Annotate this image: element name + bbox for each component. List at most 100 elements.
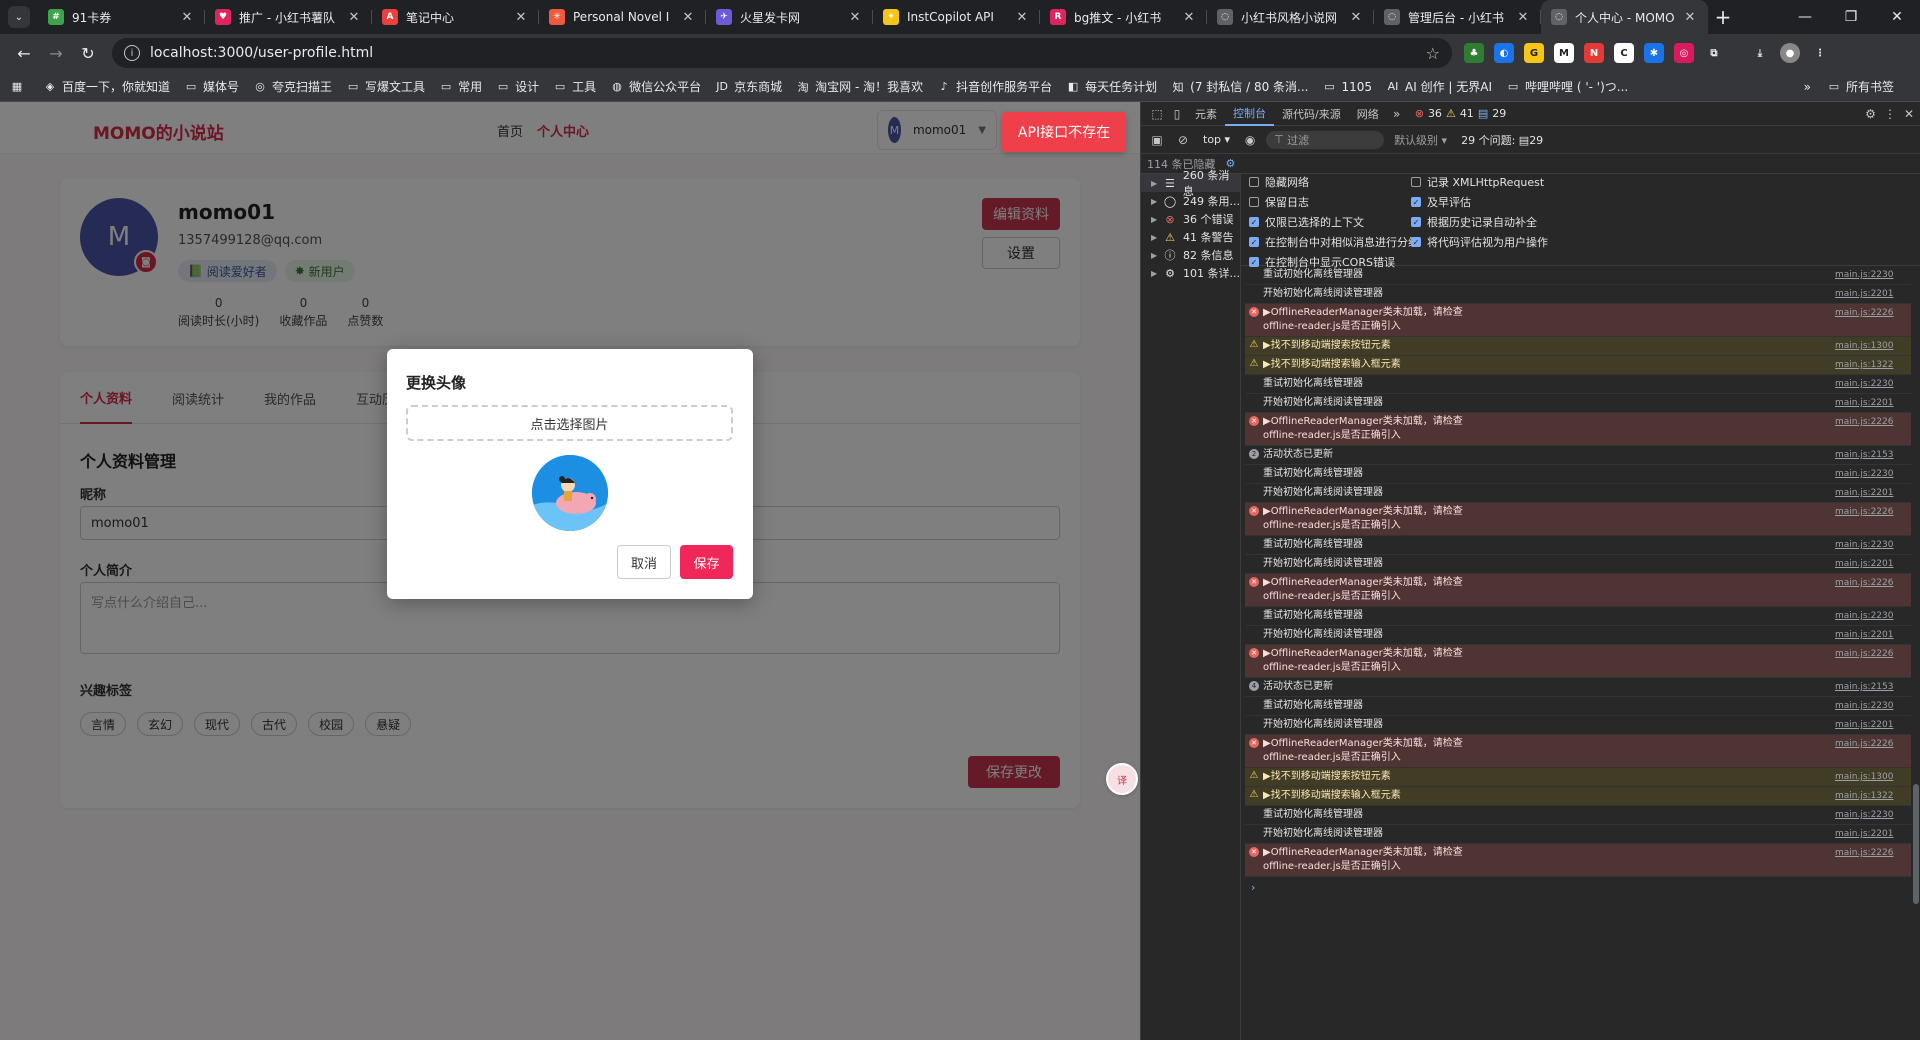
console-message[interactable]: 重试初始化离线管理器 main.js:2230 xyxy=(1245,465,1911,484)
close-tab-icon[interactable]: ✕ xyxy=(1348,10,1364,25)
console-message[interactable]: 开始初始化离线阅读管理器 main.js:2201 xyxy=(1245,716,1911,735)
console-message[interactable]: ⚠ ▶找不到移动端搜索输入框元素 main.js:1322 xyxy=(1245,356,1911,375)
console-sidebar-item[interactable]: ▶ ☰ 260 条消息 xyxy=(1141,169,1240,198)
download-icon[interactable]: ⤓ xyxy=(1750,43,1770,63)
console-message[interactable]: 开始初始化离线阅读管理器 main.js:2201 xyxy=(1245,394,1911,413)
sidebar-toggle-icon[interactable]: ▣ xyxy=(1147,130,1167,150)
browser-tab[interactable]: #91卡券 ✕ xyxy=(38,0,205,34)
source-link[interactable]: main.js:2230 xyxy=(1835,268,1905,282)
bookmark-item[interactable]: ▭ 设计 xyxy=(496,78,539,95)
source-link[interactable]: main.js:1300 xyxy=(1835,339,1905,353)
console-sidebar-item[interactable]: ▶ ⚙ 101 条详... xyxy=(1141,264,1240,282)
minimize-button[interactable]: — xyxy=(1782,0,1828,34)
more-tabs-icon[interactable]: » xyxy=(1387,104,1407,124)
bookmark-item[interactable]: ▭ 工具 xyxy=(553,78,596,95)
console-message[interactable]: 重试初始化离线管理器 main.js:2230 xyxy=(1245,375,1911,394)
console-sidebar-item[interactable]: ▶ ◯ 249 条用... xyxy=(1141,192,1240,210)
bookmark-item[interactable]: 知 (7 封私信 / 80 条消... xyxy=(1171,78,1309,95)
source-link[interactable]: main.js:2230 xyxy=(1835,467,1905,481)
console-message[interactable]: ✕ ▶OfflineReaderManager类未加载，请检查 offline-r… xyxy=(1245,574,1911,607)
reload-button[interactable]: ↻ xyxy=(72,37,104,69)
gear-icon[interactable]: ⚙ xyxy=(1865,107,1876,121)
bookmark-item[interactable]: ◍ 微信公众平台 xyxy=(610,78,701,95)
source-link[interactable]: main.js:2226 xyxy=(1835,576,1905,590)
source-link[interactable]: main.js:2230 xyxy=(1835,538,1905,552)
console-message[interactable]: 4 活动状态已更新 main.js:2153 xyxy=(1245,678,1911,697)
extension-icon[interactable]: ♣ xyxy=(1464,43,1484,63)
source-link[interactable]: main.js:2201 xyxy=(1835,557,1905,571)
console-message[interactable]: ⚠ ▶找不到移动端搜索按钮元素 main.js:1300 xyxy=(1245,768,1911,787)
console-setting-checkbox[interactable]: 隐藏网络 xyxy=(1249,174,1309,190)
console-message[interactable]: 重试初始化离线管理器 main.js:2230 xyxy=(1245,266,1911,285)
translate-float-button[interactable]: 译 xyxy=(1106,763,1138,795)
source-link[interactable]: main.js:2201 xyxy=(1835,287,1905,301)
browser-tab[interactable]: ✈ 火星发卡网 ✕ xyxy=(706,0,873,34)
bookmark-item[interactable]: ▭ 写爆文工具 xyxy=(346,78,425,95)
bookmark-item[interactable]: AI AI 创作 | 无界AI xyxy=(1386,78,1492,95)
source-link[interactable]: main.js:2201 xyxy=(1835,827,1905,841)
console-setting-checkbox[interactable]: ✓ 将代码评估视为用户操作 xyxy=(1411,234,1548,250)
kebab-menu-icon[interactable]: ⋮ xyxy=(1810,43,1830,63)
console-message[interactable]: 重试初始化离线管理器 main.js:2230 xyxy=(1245,536,1911,555)
console-setting-checkbox[interactable]: 保留日志 xyxy=(1249,194,1309,210)
console-sidebar-item[interactable]: ▶ ⓘ 82 条信息 xyxy=(1141,246,1240,264)
inspect-icon[interactable]: ⬚ xyxy=(1147,104,1167,124)
bookmark-item[interactable]: ◎ 夸克扫描王 xyxy=(253,78,332,95)
browser-tab[interactable]: ◌ 个人中心 - MOMO ✕ xyxy=(1541,0,1708,34)
close-tab-icon[interactable]: ✕ xyxy=(1014,10,1030,25)
extension-icon[interactable]: ◎ xyxy=(1674,43,1694,63)
source-link[interactable]: main.js:2230 xyxy=(1835,609,1905,623)
console-message[interactable]: ✕ ▶OfflineReaderManager类未加载，请检查 offline-r… xyxy=(1245,735,1911,768)
new-tab-button[interactable]: + xyxy=(1708,0,1738,34)
bookmark-item[interactable]: ♪ 抖音创作服务平台 xyxy=(937,78,1053,95)
source-link[interactable]: main.js:2226 xyxy=(1835,737,1905,751)
source-link[interactable]: main.js:2201 xyxy=(1835,486,1905,500)
close-icon[interactable]: ✕ xyxy=(1904,107,1914,121)
tab-sources[interactable]: 源代码/来源 xyxy=(1274,102,1349,126)
source-link[interactable]: main.js:1322 xyxy=(1835,789,1905,803)
site-info-icon[interactable]: i xyxy=(124,45,140,61)
back-button[interactable]: ← xyxy=(8,37,40,69)
source-link[interactable]: main.js:2201 xyxy=(1835,628,1905,642)
console-message[interactable]: 开始初始化离线阅读管理器 main.js:2201 xyxy=(1245,825,1911,844)
console-message[interactable]: ✕ ▶OfflineReaderManager类未加载，请检查 offline-r… xyxy=(1245,413,1911,446)
source-link[interactable]: main.js:2230 xyxy=(1835,699,1905,713)
close-tab-icon[interactable]: ✕ xyxy=(513,10,529,25)
console-setting-checkbox[interactable]: ✓ 根据历史记录自动补全 xyxy=(1411,214,1537,230)
close-tab-icon[interactable]: ✕ xyxy=(1682,10,1698,25)
console-message[interactable]: 开始初始化离线阅读管理器 main.js:2201 xyxy=(1245,285,1911,304)
source-link[interactable]: main.js:2230 xyxy=(1835,377,1905,391)
bookmark-star-icon[interactable]: ☆ xyxy=(1426,44,1440,63)
bookmark-item[interactable]: ▭ 媒体号 xyxy=(184,78,239,95)
extension-icon[interactable]: ◐ xyxy=(1494,43,1514,63)
tab-network[interactable]: 网络 xyxy=(1349,102,1387,126)
console-setting-checkbox[interactable]: ✓ 仅限已选择的上下文 xyxy=(1249,214,1364,230)
console-message[interactable]: ⚠ ▶找不到移动端搜索输入框元素 main.js:1322 xyxy=(1245,787,1911,806)
bookmark-item[interactable]: 淘淘宝网 - 淘！我喜欢 xyxy=(796,78,923,95)
console-sidebar-item[interactable]: ▶ ⊗ 36 个错误 xyxy=(1141,210,1240,228)
bookmark-item[interactable]: ◈ 百度一下，你就知道 xyxy=(43,78,170,95)
console-message[interactable]: ✕ ▶OfflineReaderManager类未加载，请检查 offline-r… xyxy=(1245,304,1911,337)
browser-tab[interactable]: Rbg推文 - 小红书 ✕ xyxy=(1040,0,1207,34)
console-message[interactable]: ✕ ▶OfflineReaderManager类未加载，请检查 offline-r… xyxy=(1245,844,1911,877)
console-message[interactable]: 重试初始化离线管理器 main.js:2230 xyxy=(1245,697,1911,716)
browser-tab[interactable]: ✳ Personal Novel I ✕ xyxy=(539,0,706,34)
clear-console-icon[interactable]: ⊘ xyxy=(1173,130,1193,150)
console-message[interactable]: ✕ ▶OfflineReaderManager类未加载，请检查 offline-r… xyxy=(1245,645,1911,678)
issue-counters[interactable]: ⊗ 36 ⚠ 41 ▤ 29 xyxy=(1415,107,1507,120)
console-message[interactable]: 开始初始化离线阅读管理器 main.js:2201 xyxy=(1245,626,1911,645)
source-link[interactable]: main.js:2153 xyxy=(1835,448,1905,462)
puzzle-icon[interactable]: ⧉ xyxy=(1704,43,1724,63)
console-setting-checkbox[interactable]: 记录 XMLHttpRequest xyxy=(1411,174,1544,190)
context-selector[interactable]: top ▾ xyxy=(1199,133,1234,146)
close-tab-icon[interactable]: ✕ xyxy=(179,10,195,25)
console-message[interactable]: 重试初始化离线管理器 main.js:2230 xyxy=(1245,806,1911,825)
extension-icon[interactable]: C xyxy=(1614,43,1634,63)
eye-icon[interactable]: ◉ xyxy=(1240,130,1260,150)
source-link[interactable]: main.js:2226 xyxy=(1835,505,1905,519)
source-link[interactable]: main.js:1322 xyxy=(1835,358,1905,372)
save-button[interactable]: 保存 xyxy=(680,545,733,579)
cancel-button[interactable]: 取消 xyxy=(617,545,671,579)
console-message[interactable]: ✕ ▶OfflineReaderManager类未加载，请检查 offline-r… xyxy=(1245,503,1911,536)
tab-elements[interactable]: 元素 xyxy=(1187,102,1225,126)
